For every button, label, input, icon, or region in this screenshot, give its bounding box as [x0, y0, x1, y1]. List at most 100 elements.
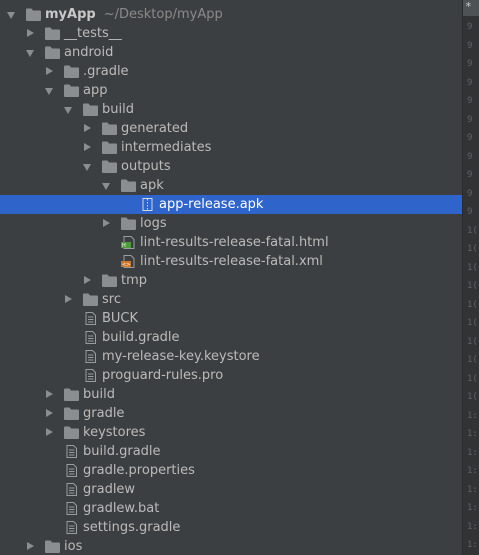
chevron-right-icon[interactable] [44, 385, 54, 404]
tree-row-gradle-properties[interactable]: gradle.properties [0, 461, 462, 480]
folder-icon [102, 141, 117, 154]
tree-row-settings-gradle[interactable]: settings.gradle [0, 518, 462, 537]
tree-item-label: src [102, 292, 121, 307]
svg-text:H: H [122, 243, 126, 249]
tree-row-build[interactable]: build [0, 100, 462, 119]
xml-file-icon: <> [121, 255, 136, 268]
tree-item-label: logs [140, 216, 167, 231]
tree-item-label: lint-results-release-fatal.xml [140, 254, 323, 269]
chevron-down-icon[interactable] [63, 100, 73, 119]
folder-icon [102, 160, 117, 173]
chevron-right-icon[interactable] [44, 423, 54, 442]
tree-row-generated[interactable]: generated [0, 119, 462, 138]
gutter-line-number: 1: [467, 484, 478, 495]
tree-item-label: build.gradle [102, 330, 180, 345]
tree-row-gradle[interactable]: .gradle [0, 62, 462, 81]
tree-row-logs[interactable]: logs [0, 214, 462, 233]
tree-row-build-gradle[interactable]: build.gradle [0, 442, 462, 461]
chevron-right-icon[interactable] [82, 271, 92, 290]
chevron-down-icon[interactable] [82, 157, 92, 176]
tree-row-gradle[interactable]: gradle [0, 404, 462, 423]
tree-row-outputs[interactable]: outputs [0, 157, 462, 176]
gutter-line-number: 9 [467, 77, 473, 88]
gutter-line-number: 1: [467, 466, 478, 476]
tree-row-my-release-key-keystore[interactable]: my-release-key.keystore [0, 347, 462, 366]
tree-row-buck[interactable]: BUCK [0, 309, 462, 328]
gutter-line-number: 9 [467, 133, 473, 143]
gutter-line-number: 1( [467, 262, 478, 273]
svg-text:<>: <> [122, 262, 130, 268]
text-file-icon [64, 521, 79, 534]
text-file-icon [64, 445, 79, 458]
gutter-line-number: 1: [467, 410, 478, 421]
tree-row-build-gradle[interactable]: build.gradle [0, 328, 462, 347]
tree-item-label: build [102, 102, 134, 117]
tree-row-intermediates[interactable]: intermediates [0, 138, 462, 157]
gutter-line-number: 9 [467, 59, 473, 69]
tree-row-build[interactable]: build [0, 385, 462, 404]
folder-icon [121, 217, 136, 230]
chevron-right-icon[interactable] [63, 290, 73, 309]
folder-icon [64, 407, 79, 420]
tree-item-label: gradle [83, 406, 125, 421]
tree-item-label: ios [64, 539, 83, 554]
folder-icon [102, 274, 117, 287]
editor-tab-marker: * [465, 0, 472, 13]
gutter-line-number: 9 [467, 170, 473, 180]
tree-row-src[interactable]: src [0, 290, 462, 309]
folder-icon [64, 84, 79, 97]
tree-row-tmp[interactable]: tmp [0, 271, 462, 290]
tree-row-proguard-rules-pro[interactable]: proguard-rules.pro [0, 366, 462, 385]
tree-row-tests[interactable]: __tests__ [0, 24, 462, 43]
tree-item-label: my-release-key.keystore [102, 349, 260, 364]
gutter-line-number: 9 [467, 114, 473, 125]
gutter-line-number: 1( [467, 299, 478, 310]
tree-item-label: build [83, 387, 115, 402]
chevron-right-icon[interactable] [82, 119, 92, 138]
tree-row-app[interactable]: app [0, 81, 462, 100]
folder-icon [64, 65, 79, 78]
tree-row-keystores[interactable]: keystores [0, 423, 462, 442]
folder-icon [64, 388, 79, 401]
html-file-icon: H [121, 236, 136, 249]
tree-row-lint-results-release-fatal-xml[interactable]: <> lint-results-release-fatal.xml [0, 252, 462, 271]
text-file-icon [64, 502, 79, 515]
chevron-down-icon[interactable] [25, 43, 35, 62]
editor-tab-fragment[interactable]: * [463, 0, 479, 16]
gutter-line-number: 1: [467, 429, 478, 439]
tree-row-gradlew[interactable]: gradlew [0, 480, 462, 499]
gutter-line-number: 1( [467, 281, 478, 291]
tree-item-label: apk [140, 178, 164, 193]
editor-gutter: * 9 9 9 9 9 9 9 9 9 9 9 1(1(1(1(1(1(1(1(1(1(1: 1: 1: 1… [462, 0, 479, 555]
gutter-line-number: 9 [467, 188, 473, 199]
gutter-line-number: 1( [467, 244, 478, 254]
tree-row-app-release-apk[interactable]: app-release.apk [0, 195, 462, 214]
tree-row-android[interactable]: android [0, 43, 462, 62]
folder-icon [45, 540, 60, 553]
text-file-icon [64, 464, 79, 477]
tree-row-lint-results-release-fatal-html[interactable]: Hlint-results-release-fatal.html [0, 233, 462, 252]
folder-icon [45, 27, 60, 40]
chevron-right-icon[interactable] [25, 537, 35, 555]
gutter-line-number: 1( [467, 392, 478, 402]
chevron-down-icon[interactable] [101, 176, 111, 195]
chevron-down-icon[interactable] [44, 81, 54, 100]
tree-row-apk[interactable]: apk [0, 176, 462, 195]
folder-icon [121, 179, 136, 192]
chevron-right-icon[interactable] [44, 62, 54, 81]
chevron-right-icon[interactable] [25, 24, 35, 43]
archive-icon [140, 198, 155, 211]
gutter-line-number: 1( [467, 373, 478, 384]
tree-item-label: gradle.properties [83, 463, 195, 478]
tree-row-ios[interactable]: ios [0, 537, 462, 555]
tree-row-gradlew-bat[interactable]: gradlew.bat [0, 499, 462, 518]
tree-item-label: gradlew [83, 482, 136, 497]
tree-item-label: app-release.apk [159, 197, 264, 212]
chevron-right-icon[interactable] [82, 138, 92, 157]
chevron-right-icon[interactable] [101, 214, 111, 233]
tree-row-myapp[interactable]: myApp ~/Desktop/myApp [0, 5, 462, 24]
chevron-right-icon[interactable] [44, 404, 54, 423]
text-file-icon [83, 350, 98, 363]
gutter-line-number: 9 [467, 22, 473, 32]
chevron-down-icon[interactable] [6, 5, 16, 24]
